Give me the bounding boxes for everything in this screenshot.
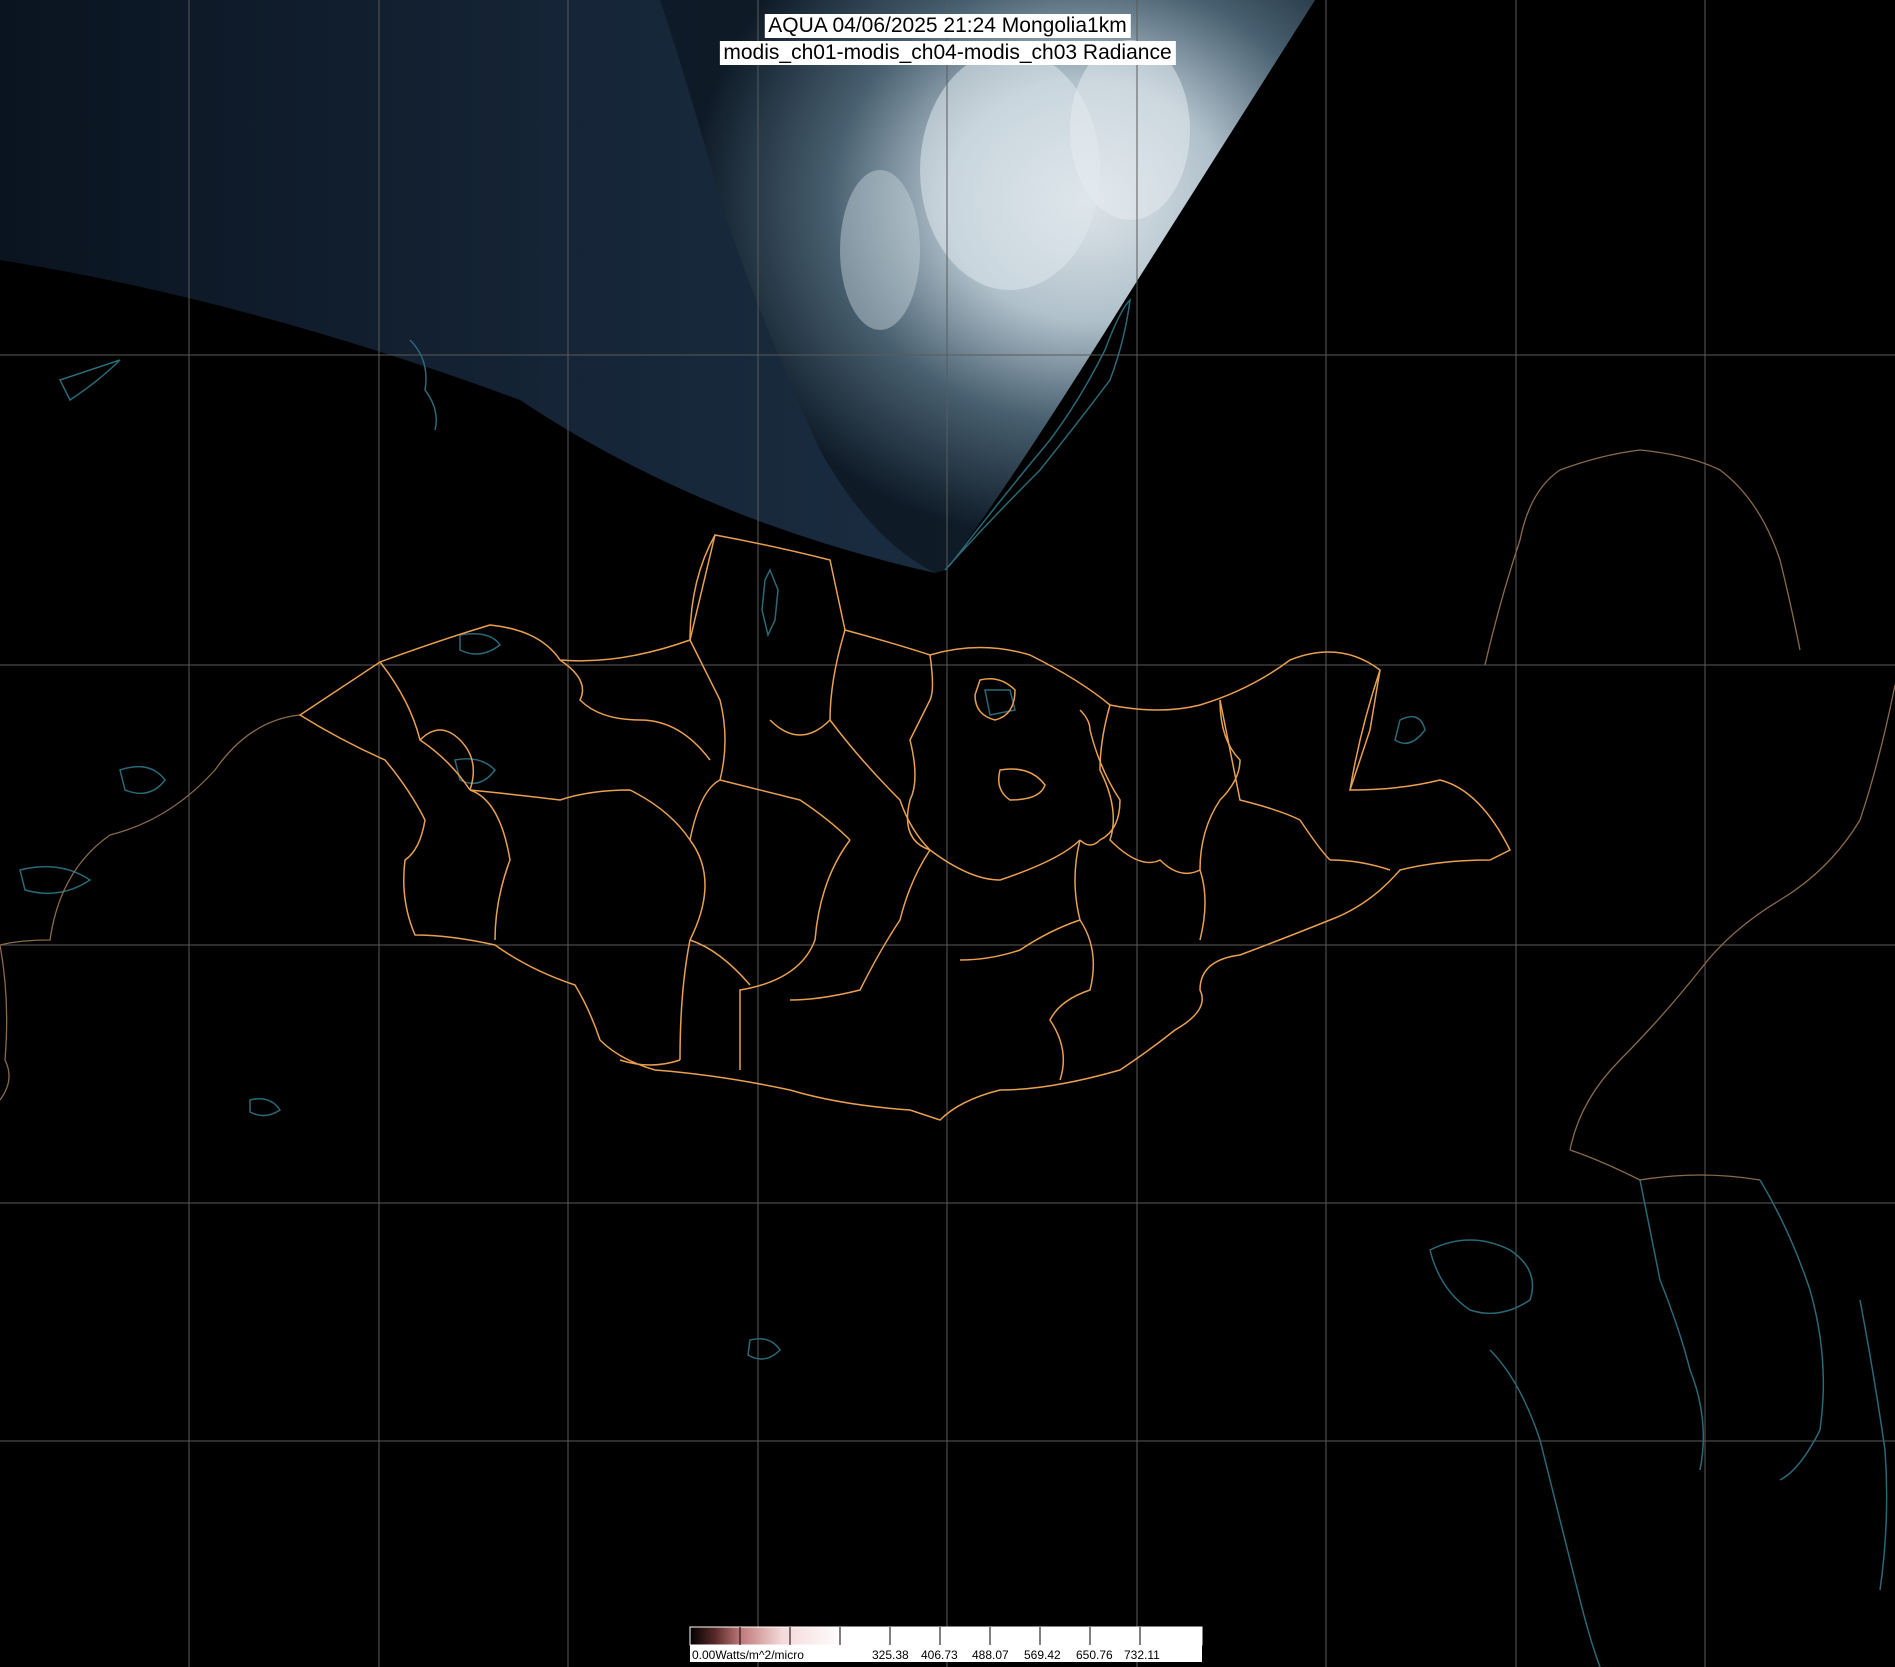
province-border — [1049, 919, 1095, 1081]
province-border — [719, 779, 851, 841]
colorbar-label-2: 406.73 — [921, 1648, 958, 1662]
colorbar-label-3: 488.07 — [972, 1648, 1009, 1662]
province-border — [679, 839, 706, 1061]
lake-central — [984, 689, 1016, 716]
coast-korea-west — [1639, 1179, 1705, 1471]
border-russia-china-east — [1484, 449, 1801, 666]
lake-khar-us — [454, 758, 496, 785]
province-border — [559, 659, 641, 721]
lake-balkhash — [19, 865, 92, 895]
map-title: AQUA 04/06/2025 21:24 Mongolia1km — [764, 14, 1131, 38]
province-border — [959, 839, 1081, 961]
province-border — [1329, 859, 1391, 871]
mongolia-province-borders — [298, 534, 1512, 1121]
colorbar-label-1: 325.38 — [872, 1648, 909, 1662]
province-border — [469, 789, 511, 941]
colorbar-label-5: 650.76 — [1076, 1648, 1113, 1662]
lake-east — [1394, 715, 1426, 745]
coast-bohai — [1429, 1239, 1534, 1315]
cloud-bright-patch — [840, 170, 920, 330]
province-border — [906, 654, 934, 851]
lake-ring — [998, 768, 1046, 801]
satellite-swath — [0, 0, 1315, 573]
border-kazakhstan-north — [0, 714, 301, 946]
province-border — [929, 839, 1081, 881]
province-border — [419, 729, 475, 791]
lake-khovsgol — [761, 568, 779, 638]
province-border — [1349, 669, 1381, 791]
border-china-korea — [1569, 1149, 1761, 1181]
province-border — [639, 719, 711, 761]
province-border — [689, 639, 726, 841]
lake-zaysan — [119, 765, 166, 795]
province-border — [1199, 699, 1241, 871]
lake-qinghai — [747, 1338, 781, 1360]
lake-west — [58, 359, 121, 402]
border-china-east — [1569, 684, 1895, 1151]
colorbar-gradient — [689, 1626, 1203, 1646]
province-border — [789, 849, 931, 1001]
province-border — [1079, 709, 1121, 846]
colorbar-label-0: 0.00Watts/m^2/micro — [692, 1648, 804, 1662]
province-border — [1199, 869, 1206, 941]
map-subtitle: modis_ch01-modis_ch04-modis_ch03 Radianc… — [719, 41, 1176, 65]
border-west-south — [0, 944, 10, 1101]
mongolia-outline — [298, 534, 1512, 1121]
colorbar-label-6: 732.11 — [1124, 1648, 1160, 1662]
province-border — [1099, 704, 1201, 875]
satellite-map: 0.00Watts/m^2/micro 325.38 406.73 488.07… — [0, 0, 1895, 1667]
province-border — [739, 839, 851, 1070]
province-border — [769, 629, 846, 736]
province-border — [1219, 699, 1331, 861]
lake-uvs — [459, 633, 502, 655]
cloud-bright-patch — [1070, 40, 1190, 220]
coast-yellow-sea — [1489, 1349, 1601, 1667]
colorbar-label-4: 569.42 — [1024, 1648, 1061, 1662]
coast-korea-east — [1759, 1179, 1825, 1481]
colorbar: 0.00Watts/m^2/micro 325.38 406.73 488.07… — [689, 1626, 1203, 1662]
province-border — [689, 939, 751, 986]
lake-south-west — [249, 1098, 282, 1117]
coast-east — [1859, 1299, 1888, 1591]
